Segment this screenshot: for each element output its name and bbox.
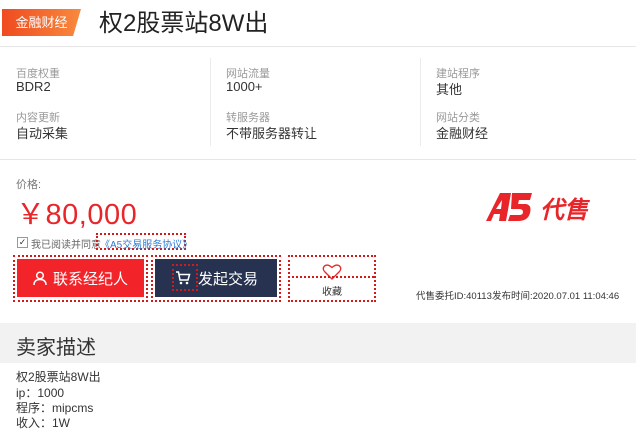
category-tag: 金融财经 bbox=[2, 9, 81, 36]
contact-agent-button[interactable]: 联系经纪人 bbox=[17, 259, 144, 297]
seller-section-title: 卖家描述 bbox=[16, 337, 96, 359]
baidu-weight-value: BDR2 bbox=[16, 79, 51, 94]
price-label: 价格: bbox=[16, 179, 42, 191]
favorite-divider bbox=[292, 276, 374, 278]
person-icon bbox=[33, 270, 47, 285]
favorite-button[interactable]: 收藏 bbox=[292, 259, 372, 299]
price-value: ￥80,000 bbox=[16, 199, 138, 231]
contact-agent-label: 联系经纪人 bbox=[52, 270, 128, 288]
seller-desc-line: 权2股票站8W出 bbox=[16, 370, 101, 384]
agreement-link[interactable]: 《A5交易服务协议》 bbox=[100, 236, 192, 251]
traffic-value: 1000+ bbox=[226, 79, 263, 94]
heart-icon bbox=[322, 264, 342, 280]
column-divider bbox=[420, 58, 421, 146]
server-value: 不带服务器转让 bbox=[226, 126, 318, 141]
a5-logo-icon: 代售 bbox=[486, 193, 591, 224]
seller-desc-line: ip：1000 bbox=[16, 386, 65, 400]
publish-time: 发布时间:2020.07.01 11:04:46 bbox=[492, 291, 620, 302]
seller-desc-line: 收入：1W bbox=[16, 416, 71, 430]
divider bbox=[0, 159, 636, 160]
agree-text: 我已阅读并同意 bbox=[31, 240, 101, 251]
site-category-value: 金融财经 bbox=[436, 126, 489, 141]
a5-logo: 代售 bbox=[484, 187, 606, 227]
seller-desc-line: 程序：mipcms bbox=[16, 401, 94, 415]
cart-icon-highlight bbox=[172, 264, 198, 291]
start-trade-label: 发起交易 bbox=[197, 270, 258, 288]
svg-text:代售: 代售 bbox=[540, 196, 591, 224]
program-value: 其他 bbox=[436, 82, 463, 97]
content-update-value: 自动采集 bbox=[16, 126, 69, 141]
page-title: 权2股票站8W出 bbox=[99, 10, 269, 37]
consign-id: 代售委托ID:40113 bbox=[416, 291, 492, 302]
favorite-label: 收藏 bbox=[322, 287, 342, 298]
agree-checkbox[interactable]: ✓ bbox=[17, 237, 28, 248]
column-divider bbox=[210, 58, 211, 146]
divider bbox=[0, 46, 636, 47]
